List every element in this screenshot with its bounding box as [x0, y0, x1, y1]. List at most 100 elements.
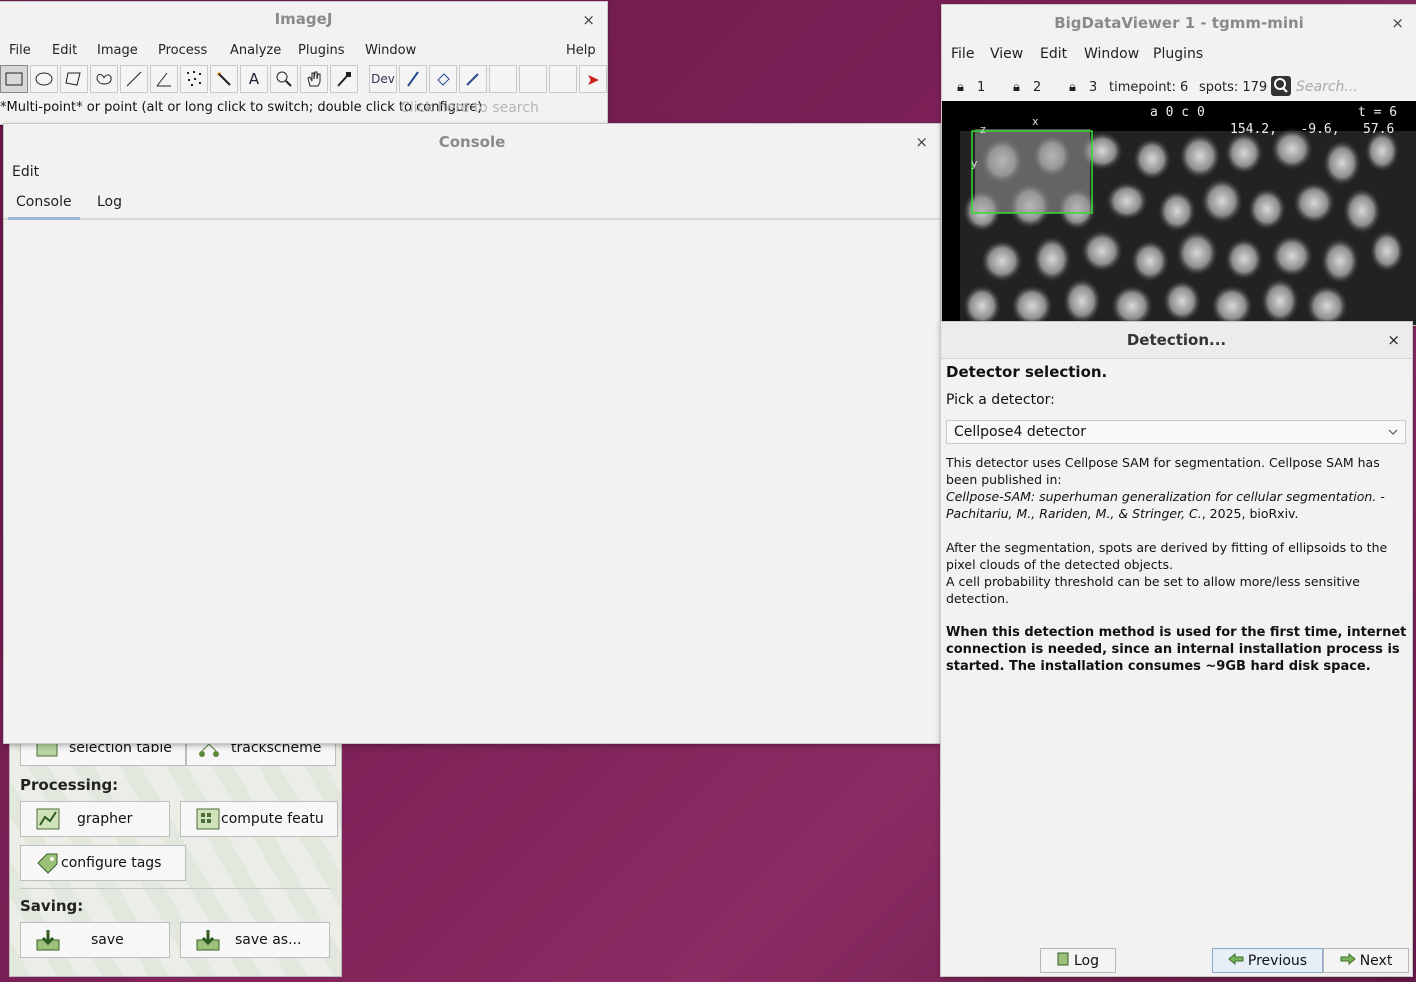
magnifier-tool-icon[interactable] — [270, 65, 298, 93]
bdv-menu-window[interactable]: Window — [1084, 46, 1139, 62]
flood-fill-tool-icon[interactable] — [429, 65, 457, 93]
search-icon[interactable] — [1271, 76, 1291, 96]
chevron-down-icon — [1387, 421, 1399, 450]
bdv-menu-edit[interactable]: Edit — [1040, 46, 1067, 62]
next-button[interactable]: Next — [1323, 948, 1409, 973]
bdv-image-viewer[interactable]: a 0 c 0 t = 6 154.2, -9.6, 57.6 x y z — [942, 101, 1416, 325]
detection-close-icon[interactable]: × — [1387, 331, 1400, 349]
compute-features-button[interactable]: compute featu — [180, 801, 338, 837]
tab-console[interactable]: Console — [8, 194, 80, 220]
lock-icon[interactable]: 🔒︎ — [1069, 80, 1076, 95]
brush-tool-icon[interactable] — [399, 65, 427, 93]
more-tools-arrow-icon[interactable]: ➤ — [579, 65, 607, 93]
menu-process[interactable]: Process — [158, 43, 207, 58]
hand-tool-icon[interactable] — [300, 65, 328, 93]
menu-file[interactable]: File — [9, 43, 31, 58]
console-window: Console × Edit Console Log — [4, 124, 940, 743]
detector-description: This detector uses Cellpose SAM for segm… — [946, 455, 1380, 487]
empty-tool-slot — [549, 65, 577, 93]
log-icon — [1057, 952, 1069, 970]
imagej-menubar: File Edit Image Process Analyze Plugins … — [0, 40, 607, 62]
save-as-button[interactable]: save as... — [180, 922, 330, 958]
installation-warning: When this detection method is used for t… — [946, 625, 1407, 674]
detection-title: Detection... — [941, 322, 1412, 359]
detection-dialog: Detection... × Detector selection. Pick … — [941, 322, 1412, 976]
imagej-search-input[interactable]: Click here to search — [400, 100, 600, 120]
tag-icon — [35, 851, 61, 875]
log-button-label: Log — [1073, 952, 1099, 969]
source-info-overlay: a 0 c 0 — [1150, 105, 1205, 120]
detector-select[interactable]: Cellpose4 detector — [946, 420, 1406, 444]
menu-help[interactable]: Help — [566, 43, 596, 58]
citation-italic: Cellpose-SAM: superhuman generalization … — [946, 489, 1385, 521]
imagej-close-icon[interactable]: × — [582, 11, 595, 29]
next-button-label: Next — [1359, 952, 1393, 969]
bdv-menu-view[interactable]: View — [990, 46, 1023, 62]
bdv-menu-plugins[interactable]: Plugins — [1153, 46, 1203, 62]
empty-tool-slot — [489, 65, 517, 93]
segmentation-note: After the segmentation, spots are derive… — [946, 540, 1388, 572]
multipoint-tool-icon[interactable] — [180, 65, 208, 93]
log-button[interactable]: Log — [1040, 948, 1116, 973]
imagej-title: ImageJ — [274, 10, 333, 28]
freehand-tool-icon[interactable] — [90, 65, 118, 93]
rectangle-tool-icon[interactable] — [0, 65, 28, 93]
wand-tool-icon[interactable] — [210, 65, 238, 93]
eyedropper-tool-icon[interactable] — [330, 65, 358, 93]
grapher-label: grapher — [77, 811, 133, 827]
save-button[interactable]: save — [20, 922, 170, 958]
pencil-tool-icon[interactable] — [459, 65, 487, 93]
save-label: save — [91, 932, 124, 948]
compute-features-label: compute featu — [221, 811, 324, 827]
processing-heading: Processing: — [20, 776, 119, 794]
axis-z-label: z — [980, 123, 986, 136]
console-close-icon[interactable]: × — [915, 133, 928, 151]
save-as-label: save as... — [235, 932, 302, 948]
bdv-infobar: 🔒︎ 1 🔒︎ 2 🔒︎ 3 timepoint: 6 spots: 179 S… — [942, 73, 1416, 101]
compute-icon — [195, 807, 221, 831]
mastodon-main-panel: selection table trackscheme Processing: … — [10, 730, 341, 976]
saving-heading: Saving: — [20, 897, 84, 915]
tab-log[interactable]: Log — [97, 194, 122, 210]
console-menu-edit[interactable]: Edit — [12, 164, 39, 180]
angle-tool-icon[interactable] — [150, 65, 178, 93]
grapher-button[interactable]: grapher — [20, 801, 170, 837]
citation-tail: , 2025, bioRxiv. — [1201, 506, 1299, 521]
oval-tool-icon[interactable] — [30, 65, 58, 93]
menu-analyze[interactable]: Analyze — [230, 43, 281, 58]
bdv-close-icon[interactable]: × — [1391, 14, 1404, 32]
imagej-toolbar: A Dev ➤ — [0, 65, 607, 95]
menu-plugins[interactable]: Plugins — [298, 43, 345, 58]
dev-menu-tool[interactable]: Dev — [369, 65, 397, 93]
arrow-right-icon — [1340, 952, 1356, 969]
previous-button-label: Previous — [1247, 952, 1308, 969]
lock-2-label: 2 — [1033, 80, 1042, 95]
polygon-tool-icon[interactable] — [60, 65, 88, 93]
bdv-search-input[interactable]: Search... — [1296, 79, 1358, 95]
lock-3-label: 3 — [1089, 80, 1098, 95]
line-tool-icon[interactable] — [120, 65, 148, 93]
configure-tags-label: configure tags — [61, 855, 162, 871]
timepoint-label: timepoint: 6 — [1109, 80, 1189, 95]
time-overlay: t = 6 — [1358, 105, 1398, 120]
lock-1-label: 1 — [977, 80, 986, 95]
axis-y-label: y — [971, 157, 978, 170]
menu-window[interactable]: Window — [365, 43, 416, 58]
lock-icon[interactable]: 🔒︎ — [957, 80, 964, 95]
arrow-left-icon — [1228, 952, 1244, 969]
grapher-icon — [35, 807, 61, 831]
detector-citation: Cellpose-SAM: superhuman generalization … — [946, 488, 1408, 522]
text-tool-icon[interactable]: A — [240, 65, 268, 93]
console-tabs: Console Log — [4, 184, 940, 220]
configure-tags-button[interactable]: configure tags — [20, 845, 186, 881]
bdv-menu-file[interactable]: File — [951, 46, 974, 62]
divider — [20, 888, 330, 889]
axis-x-label: x — [1032, 115, 1039, 128]
menu-edit[interactable]: Edit — [52, 43, 77, 58]
threshold-note: A cell probability threshold can be set … — [946, 574, 1360, 606]
menu-image[interactable]: Image — [97, 43, 138, 58]
previous-button[interactable]: Previous — [1212, 948, 1323, 973]
pick-detector-label: Pick a detector: — [946, 392, 1055, 408]
console-output-area[interactable] — [4, 220, 940, 743]
lock-icon[interactable]: 🔒︎ — [1013, 80, 1020, 95]
